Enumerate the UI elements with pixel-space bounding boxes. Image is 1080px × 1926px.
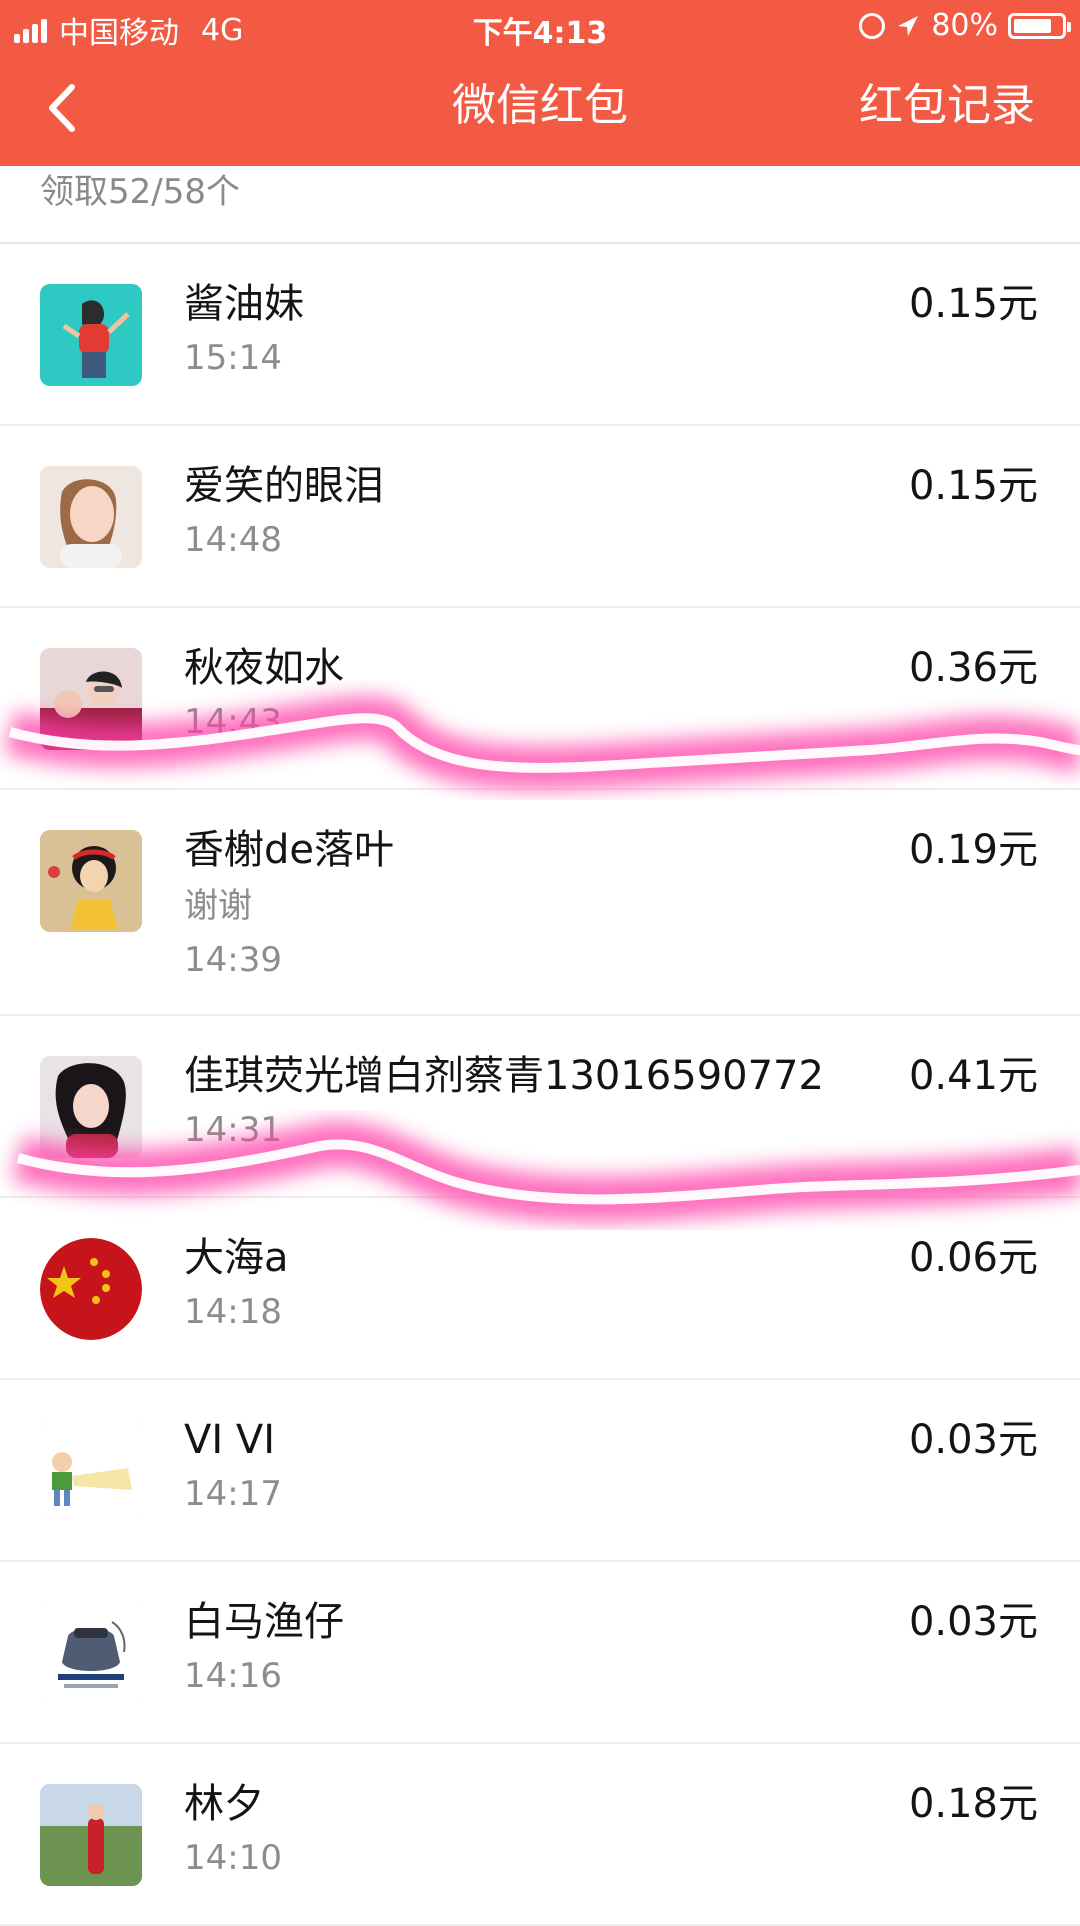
amount: 0.36元: [908, 645, 1038, 691]
amount: 0.03元: [908, 1417, 1038, 1463]
list-item-7[interactable]: 白马渔仔 14:16 0.03元: [0, 1562, 1080, 1744]
sender-name: 白马渔仔: [184, 1599, 344, 1645]
receive-time: 14:43: [184, 702, 282, 742]
sender-name: 林夕: [184, 1781, 264, 1827]
avatar: [40, 830, 142, 932]
avatar: [40, 1238, 142, 1340]
message-note: 谢谢: [184, 886, 252, 926]
list-item-2[interactable]: 秋夜如水 14:43 0.36元: [0, 608, 1080, 790]
avatar: [40, 1784, 142, 1886]
status-right: 80%: [859, 8, 1071, 43]
sender-name: 大海a: [184, 1235, 289, 1281]
list-item-5[interactable]: 大海a 14:18 0.06元: [0, 1198, 1080, 1380]
receive-time: 14:10: [184, 1838, 282, 1878]
summary-text: 领取52/58个: [40, 172, 240, 212]
sender-name: 酱油妹: [184, 281, 304, 327]
receive-time: 15:14: [184, 338, 282, 378]
status-bar: 中国移动 4G 下午4:13 80%: [0, 0, 1080, 54]
amount: 0.06元: [908, 1235, 1038, 1281]
avatar: [40, 466, 142, 568]
list-item-8[interactable]: 林夕 14:10 0.18元: [0, 1744, 1080, 1926]
battery-icon: [1008, 12, 1071, 39]
receive-time: 14:39: [184, 940, 282, 980]
amount: 0.18元: [908, 1781, 1038, 1827]
receive-time: 14:31: [184, 1110, 282, 1150]
header: 中国移动 4G 下午4:13 80% 微信红包 红包记录: [0, 0, 1080, 166]
amount: 0.41元: [908, 1053, 1038, 1099]
avatar: [40, 648, 142, 750]
amount: 0.15元: [908, 463, 1038, 509]
battery-fill: [1014, 18, 1051, 33]
sender-name: 香榭de落叶: [184, 827, 394, 873]
battery-label: 80%: [931, 8, 998, 43]
avatar: [40, 284, 142, 386]
receive-time: 14:16: [184, 1656, 282, 1696]
list-item-4[interactable]: 佳琪荧光增白剂蔡青13016590772 14:31 0.41元: [0, 1016, 1080, 1198]
receive-time: 14:18: [184, 1292, 282, 1332]
amount: 0.19元: [908, 827, 1038, 873]
amount: 0.15元: [908, 281, 1038, 327]
avatar: [40, 1602, 142, 1704]
list-item-3[interactable]: 香榭de落叶 谢谢 14:39 0.19元: [0, 790, 1080, 1016]
receive-time: 14:48: [184, 520, 282, 560]
list-item-0[interactable]: 酱油妹 15:14 0.15元: [0, 244, 1080, 426]
sender-name: VI VI: [184, 1417, 276, 1463]
list-item-1[interactable]: 爱笑的眼泪 14:48 0.15元: [0, 426, 1080, 608]
red-packet-list: 酱油妹 15:14 0.15元 爱笑的眼泪 14:48 0.15元 秋夜如水 1…: [0, 244, 1080, 1926]
avatar: [40, 1420, 142, 1522]
list-item-6[interactable]: VI VI 14:17 0.03元: [0, 1380, 1080, 1562]
sender-name: 秋夜如水: [184, 645, 344, 691]
avatar: [40, 1056, 142, 1158]
receive-time: 14:17: [184, 1474, 282, 1514]
sender-name: 爱笑的眼泪: [184, 463, 384, 509]
rotation-lock-icon: [859, 12, 886, 39]
summary-bar: 领取52/58个: [0, 166, 1080, 244]
amount: 0.03元: [908, 1599, 1038, 1645]
navigation-bar: 微信红包 红包记录: [0, 54, 1080, 166]
sender-name: 佳琪荧光增白剂蔡青13016590772: [184, 1053, 824, 1099]
records-button[interactable]: 红包记录: [859, 76, 1035, 136]
location-icon: [898, 15, 919, 36]
